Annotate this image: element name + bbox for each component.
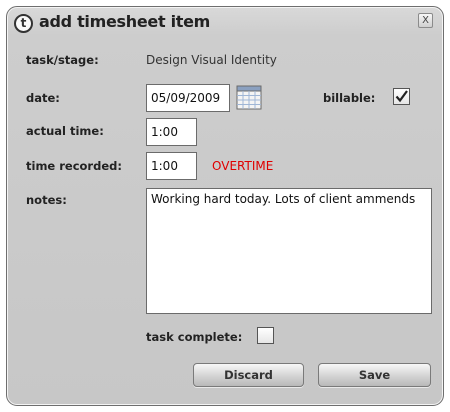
add-timesheet-dialog: t add timesheet item X task/stage: Desig… bbox=[6, 6, 444, 406]
discard-button[interactable]: Discard bbox=[193, 363, 304, 387]
date-label: date: bbox=[26, 91, 60, 105]
timesheet-logo-icon: t bbox=[14, 14, 33, 33]
billable-checkbox[interactable] bbox=[393, 88, 410, 105]
task-complete-checkbox[interactable] bbox=[257, 327, 274, 344]
close-button[interactable]: X bbox=[418, 13, 433, 28]
notes-textarea[interactable]: Working hard today. Lots of client ammen… bbox=[146, 188, 432, 314]
dialog-title: add timesheet item bbox=[39, 12, 211, 31]
save-button[interactable]: Save bbox=[318, 363, 431, 387]
task-complete-label: task complete: bbox=[146, 330, 243, 344]
time-recorded-label: time recorded: bbox=[26, 159, 122, 173]
calendar-icon[interactable] bbox=[236, 85, 262, 110]
billable-label: billable: bbox=[323, 91, 376, 105]
checkmark-icon bbox=[395, 90, 408, 103]
date-input[interactable]: 05/09/2009 bbox=[146, 84, 230, 112]
actual-time-label: actual time: bbox=[26, 124, 104, 138]
overtime-indicator: OVERTIME bbox=[212, 159, 274, 173]
task-stage-label: task/stage: bbox=[26, 53, 99, 67]
notes-label: notes: bbox=[26, 193, 67, 207]
actual-time-input[interactable]: 1:00 bbox=[146, 118, 197, 146]
task-stage-value: Design Visual Identity bbox=[146, 53, 277, 67]
time-recorded-input[interactable]: 1:00 bbox=[146, 152, 197, 180]
